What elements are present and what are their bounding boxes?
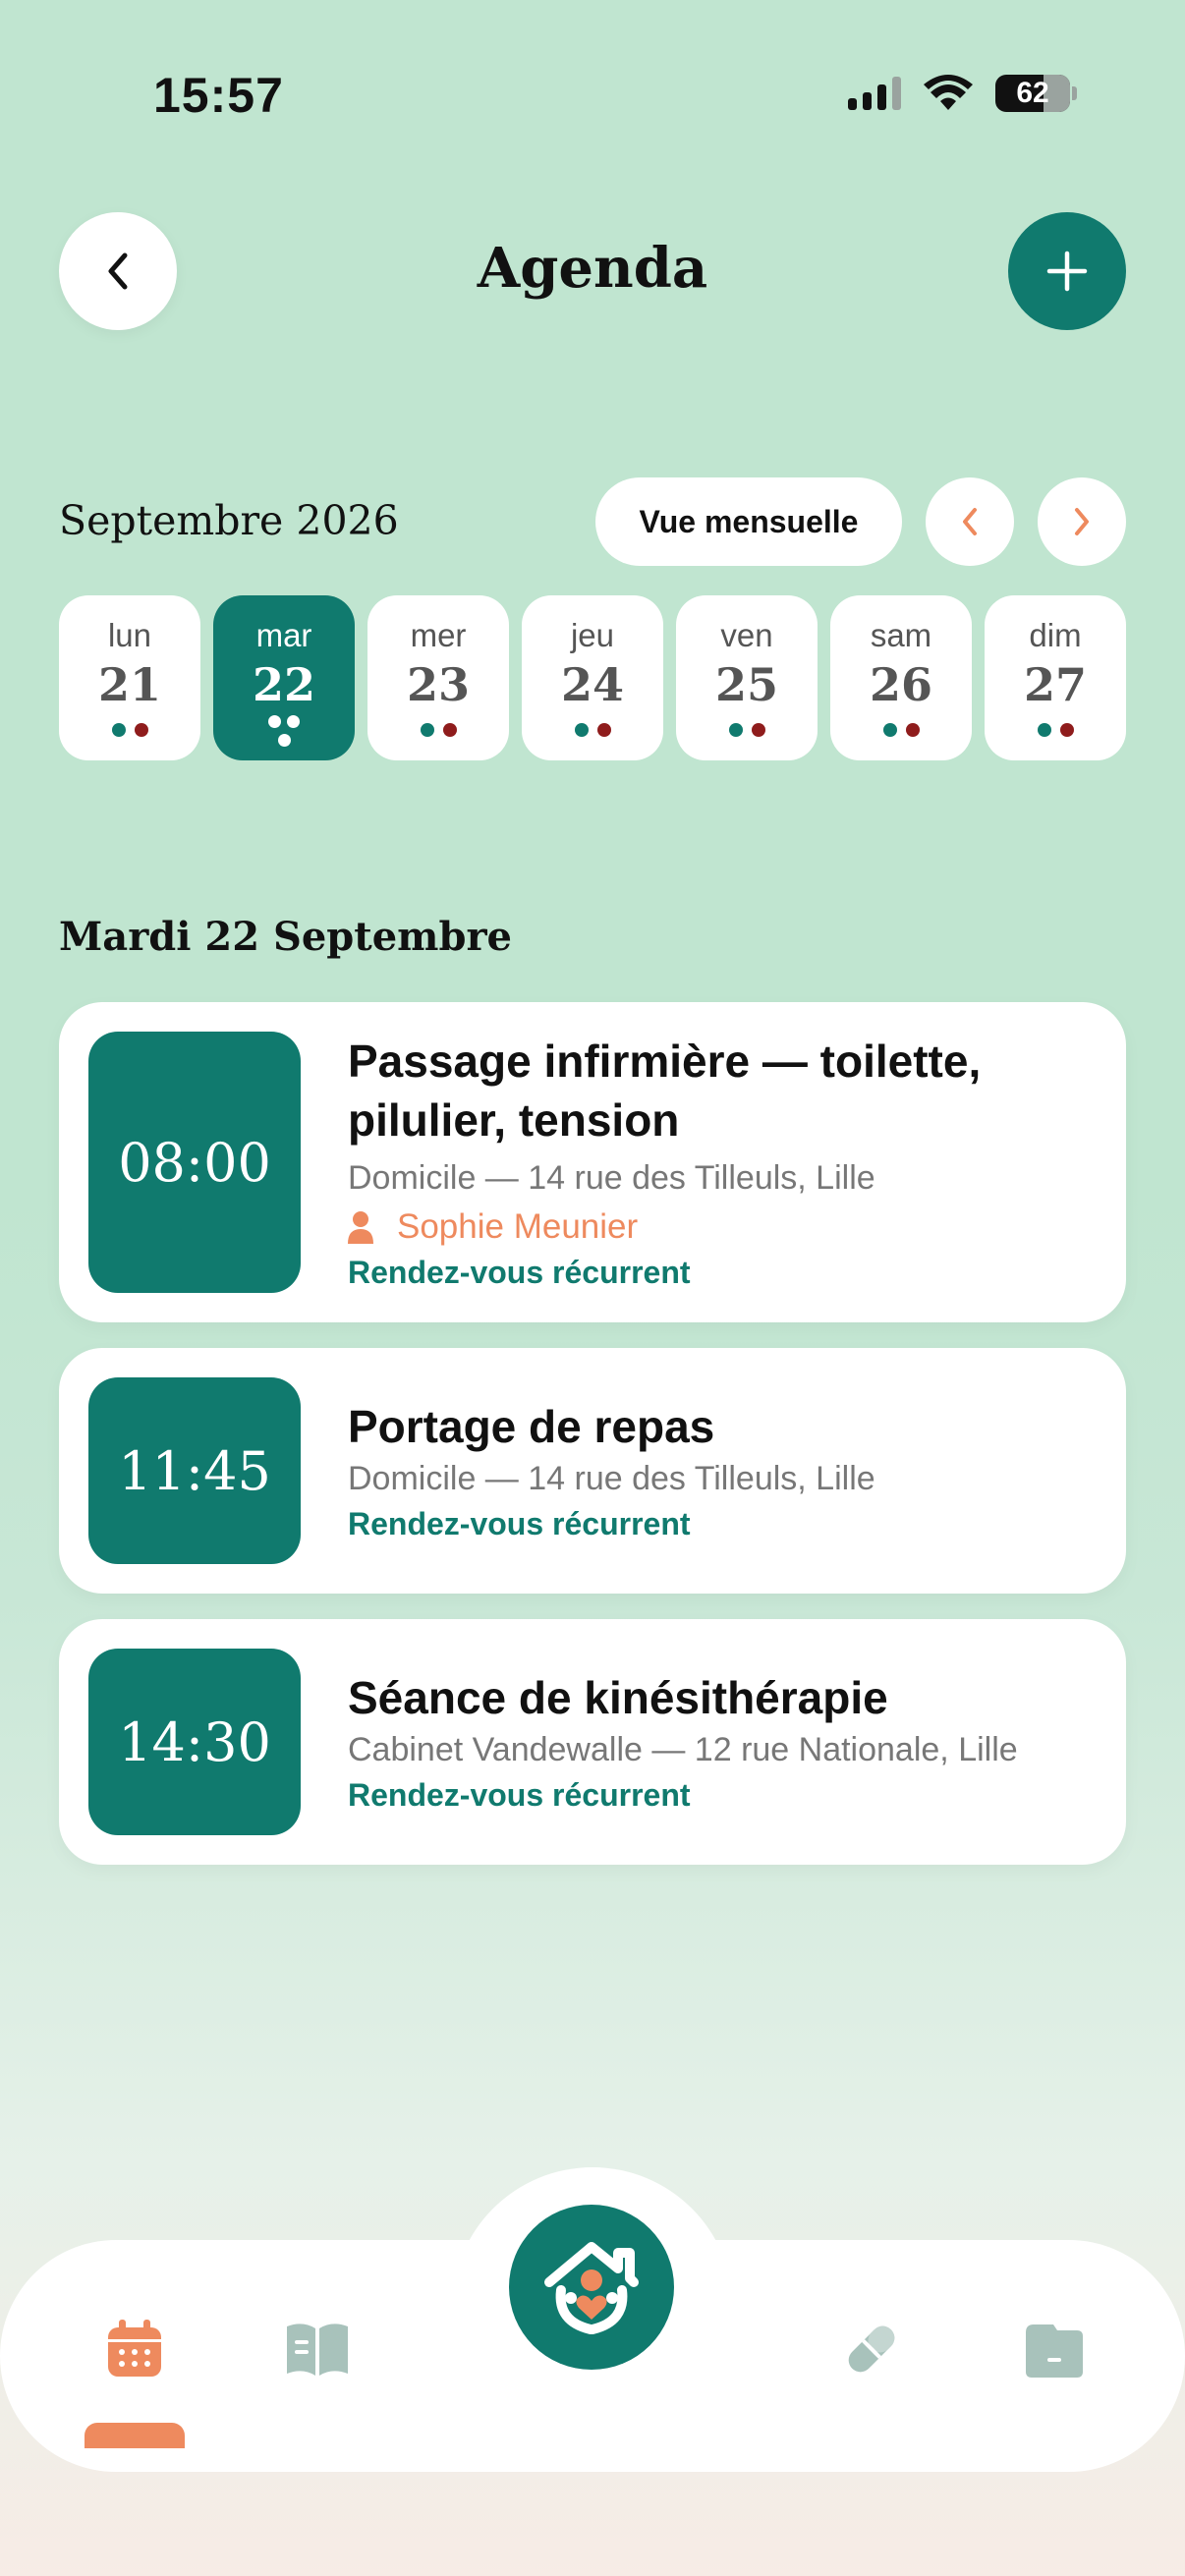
- appointment-card[interactable]: 11:45 Portage de repas Domicile — 14 rue…: [59, 1348, 1126, 1594]
- day-number: 22: [252, 658, 315, 711]
- appointment-time: 14:30: [88, 1649, 301, 1835]
- event-dots: [1037, 723, 1074, 737]
- week-strip: lun 21 mar 22 mer 23 jeu 24 ven 25 sam 2…: [59, 595, 1126, 760]
- nav-calendar[interactable]: [100, 2315, 169, 2383]
- day-name: ven: [720, 617, 773, 653]
- recurrence-label: Rendez-vous récurrent: [348, 1777, 691, 1813]
- nav-journal[interactable]: [283, 2315, 352, 2383]
- day-friday[interactable]: ven 25: [676, 595, 818, 760]
- event-dots: [574, 723, 611, 737]
- book-icon: [287, 2324, 348, 2376]
- event-dots: [882, 723, 920, 737]
- day-saturday[interactable]: sam 26: [830, 595, 972, 760]
- day-name: sam: [870, 617, 932, 653]
- appointment-title: Passage infirmière — toilette, pilulier,…: [348, 1036, 982, 1146]
- wifi-icon: [924, 75, 973, 110]
- previous-week-button[interactable]: [926, 477, 1014, 566]
- month-label: Septembre 2026: [59, 497, 399, 544]
- appointment-person[interactable]: Sophie Meunier: [348, 1207, 1097, 1247]
- nav-documents[interactable]: [1020, 2315, 1089, 2383]
- recurrence-label: Rendez-vous récurrent: [348, 1255, 691, 1290]
- day-monday[interactable]: lun 21: [59, 595, 200, 760]
- appointment-card[interactable]: 08:00 Passage infirmière — toilette, pil…: [59, 1002, 1126, 1322]
- event-dots: [420, 723, 457, 737]
- appointment-location: Domicile — 14 rue des Tilleuls, Lille: [348, 1159, 875, 1197]
- chevron-right-icon: [1075, 508, 1089, 535]
- cellular-signal-icon: [848, 77, 901, 110]
- day-sunday[interactable]: dim 27: [985, 595, 1126, 760]
- status-icons: 62: [848, 75, 1077, 112]
- day-number: 27: [1023, 658, 1087, 711]
- event-dots: [728, 723, 765, 737]
- appointment-time: 11:45: [88, 1377, 301, 1564]
- next-week-button[interactable]: [1038, 477, 1126, 566]
- home-logo-button[interactable]: [509, 2205, 674, 2370]
- nav-medications[interactable]: [837, 2315, 906, 2383]
- appointment-card[interactable]: 14:30 Séance de kinésithérapie Cabinet V…: [59, 1619, 1126, 1865]
- day-name: jeu: [570, 617, 615, 653]
- pill-icon: [848, 2325, 895, 2373]
- person-icon: [348, 1211, 373, 1244]
- event-dots: [111, 723, 148, 737]
- active-tab-indicator: [85, 2423, 185, 2448]
- add-appointment-button[interactable]: [1008, 212, 1126, 330]
- day-number: 25: [714, 658, 778, 711]
- folder-icon: [1026, 2324, 1083, 2378]
- day-number: 24: [560, 658, 624, 711]
- appointment-location: Domicile — 14 rue des Tilleuls, Lille: [348, 1460, 875, 1497]
- home-care-logo-icon: [544, 2242, 639, 2334]
- day-number: 23: [406, 658, 470, 711]
- day-name: mer: [410, 617, 467, 653]
- status-time: 15:57: [153, 68, 284, 123]
- battery-icon: 62: [995, 75, 1070, 112]
- day-name: dim: [1029, 617, 1082, 653]
- appointment-time: 08:00: [88, 1032, 301, 1293]
- day-name: mar: [255, 617, 312, 653]
- event-dots: [264, 715, 304, 747]
- day-number: 21: [97, 658, 161, 711]
- battery-level: 62: [1016, 77, 1049, 109]
- selected-day-heading: Mardi 22 Septembre: [59, 914, 512, 960]
- recurrence-label: Rendez-vous récurrent: [348, 1506, 691, 1541]
- day-name: lun: [107, 617, 152, 653]
- person-name: Sophie Meunier: [397, 1207, 639, 1246]
- plus-icon: [1046, 251, 1088, 292]
- appointment-title: Portage de repas: [348, 1401, 715, 1452]
- day-wednesday[interactable]: mer 23: [367, 595, 509, 760]
- monthly-view-button[interactable]: Vue mensuelle: [595, 477, 902, 566]
- calendar-icon: [108, 2320, 161, 2377]
- appointment-title: Séance de kinésithérapie: [348, 1672, 888, 1723]
- day-tuesday-selected[interactable]: mar 22: [213, 595, 355, 760]
- chevron-left-icon: [963, 508, 977, 535]
- day-thursday[interactable]: jeu 24: [522, 595, 663, 760]
- appointment-location: Cabinet Vandewalle — 12 rue Nationale, L…: [348, 1731, 1018, 1768]
- day-number: 26: [869, 658, 932, 711]
